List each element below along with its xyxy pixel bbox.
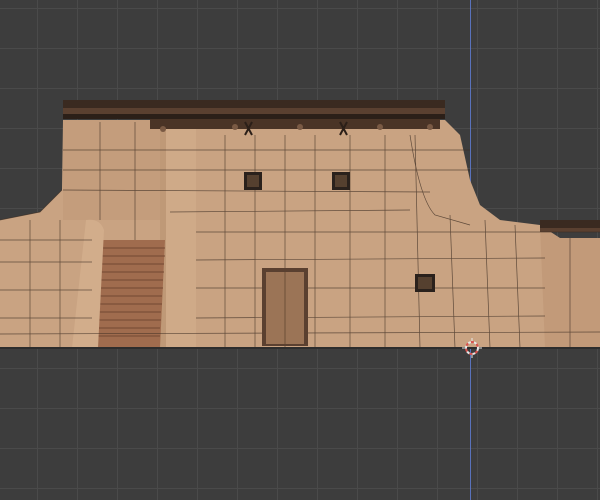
- adobe-building-model[interactable]: [0, 0, 600, 500]
- 3d-viewport[interactable]: [0, 0, 600, 500]
- door: [262, 268, 308, 346]
- staircase: [92, 240, 165, 348]
